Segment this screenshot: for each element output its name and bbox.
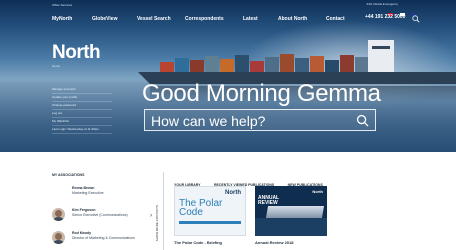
avatar bbox=[52, 208, 65, 221]
cover-sea-image bbox=[255, 218, 327, 236]
nav-item-latest[interactable]: Latest bbox=[243, 16, 258, 22]
ship-bridge bbox=[368, 40, 394, 72]
contact-name: Kim Ferguson bbox=[72, 208, 96, 212]
avatar bbox=[52, 231, 65, 244]
section-divider bbox=[163, 172, 164, 250]
search-icon[interactable] bbox=[356, 114, 369, 127]
nav-item-correspondents[interactable]: Correspondents bbox=[185, 16, 224, 22]
contacts-heading: MY ASSOCIATIONS bbox=[52, 173, 85, 177]
chevron-right-icon[interactable]: › bbox=[150, 213, 152, 219]
menu-item-watchlist[interactable]: My Watchlist bbox=[52, 118, 112, 126]
utility-bar: Office Services 24hr Global Emergency bbox=[0, 0, 456, 16]
nav-item-vessel-search[interactable]: Vessel Search bbox=[137, 16, 171, 22]
contact-card[interactable]: Rod Moody Director of Marketing & Commun… bbox=[52, 231, 152, 249]
greeting-heading: Good Morning Gemma bbox=[142, 80, 381, 107]
cover-strip bbox=[179, 221, 241, 224]
nav-item-contact[interactable]: Contact bbox=[326, 16, 345, 22]
menu-item-manage-accounts[interactable]: Manage accounts bbox=[52, 86, 112, 94]
contact-role: Marketing Executive bbox=[72, 191, 104, 195]
cover-ship-image bbox=[265, 206, 325, 218]
contact-name: Emma Brown bbox=[72, 186, 95, 190]
breadcrumb[interactable]: Home bbox=[52, 64, 60, 68]
account-menu: Manage accounts Update your profile Chan… bbox=[52, 86, 112, 134]
last-login-text: Last Login: Wednesday at 11:30am bbox=[52, 126, 112, 134]
search-icon[interactable] bbox=[412, 15, 420, 23]
cover-title: The Polar Code bbox=[179, 198, 223, 218]
menu-item-update-profile[interactable]: Update your profile bbox=[52, 94, 112, 102]
publication-cover-polar-code[interactable]: North The Polar Code bbox=[174, 186, 246, 236]
nav-item-mynorth[interactable]: MyNorth bbox=[52, 16, 72, 22]
contact-card[interactable]: Kim Ferguson Senior Executive (Communica… bbox=[52, 208, 152, 226]
north-logo[interactable]: North bbox=[52, 42, 101, 64]
publication-cover-annual-review[interactable]: North ANNUAL REVIEW bbox=[255, 186, 327, 236]
nav-item-about-north[interactable]: About North bbox=[278, 16, 307, 22]
contact-card[interactable]: Emma Brown Marketing Executive bbox=[52, 186, 152, 204]
show-more-contacts-label[interactable]: SHOW MORE CONTACTS bbox=[155, 205, 159, 241]
help-search-input[interactable]: How can we help? bbox=[144, 109, 376, 131]
cover-title: ANNUAL REVIEW bbox=[258, 195, 280, 206]
menu-item-change-password[interactable]: Change password bbox=[52, 102, 112, 110]
contact-name: Rod Moody bbox=[72, 231, 92, 235]
cover-logo: North bbox=[225, 190, 241, 196]
cover-logo: North bbox=[312, 189, 323, 194]
office-services-link[interactable]: Office Services bbox=[52, 3, 72, 7]
contact-role: Director of Marketing & Communications bbox=[72, 236, 135, 240]
emergency-phone[interactable]: +44 191 232 5000 bbox=[365, 14, 405, 20]
publication-title[interactable]: Annual Review 2018 bbox=[255, 240, 293, 245]
menu-item-log-out[interactable]: Log out bbox=[52, 110, 112, 118]
ship-containers bbox=[160, 52, 385, 72]
contact-role: Senior Executive (Communications) bbox=[72, 213, 128, 217]
publication-title[interactable]: The Polar Code - Briefing bbox=[174, 240, 222, 245]
search-placeholder: How can we help? bbox=[151, 113, 266, 129]
nav-item-globeview[interactable]: GlobeView bbox=[92, 16, 117, 22]
